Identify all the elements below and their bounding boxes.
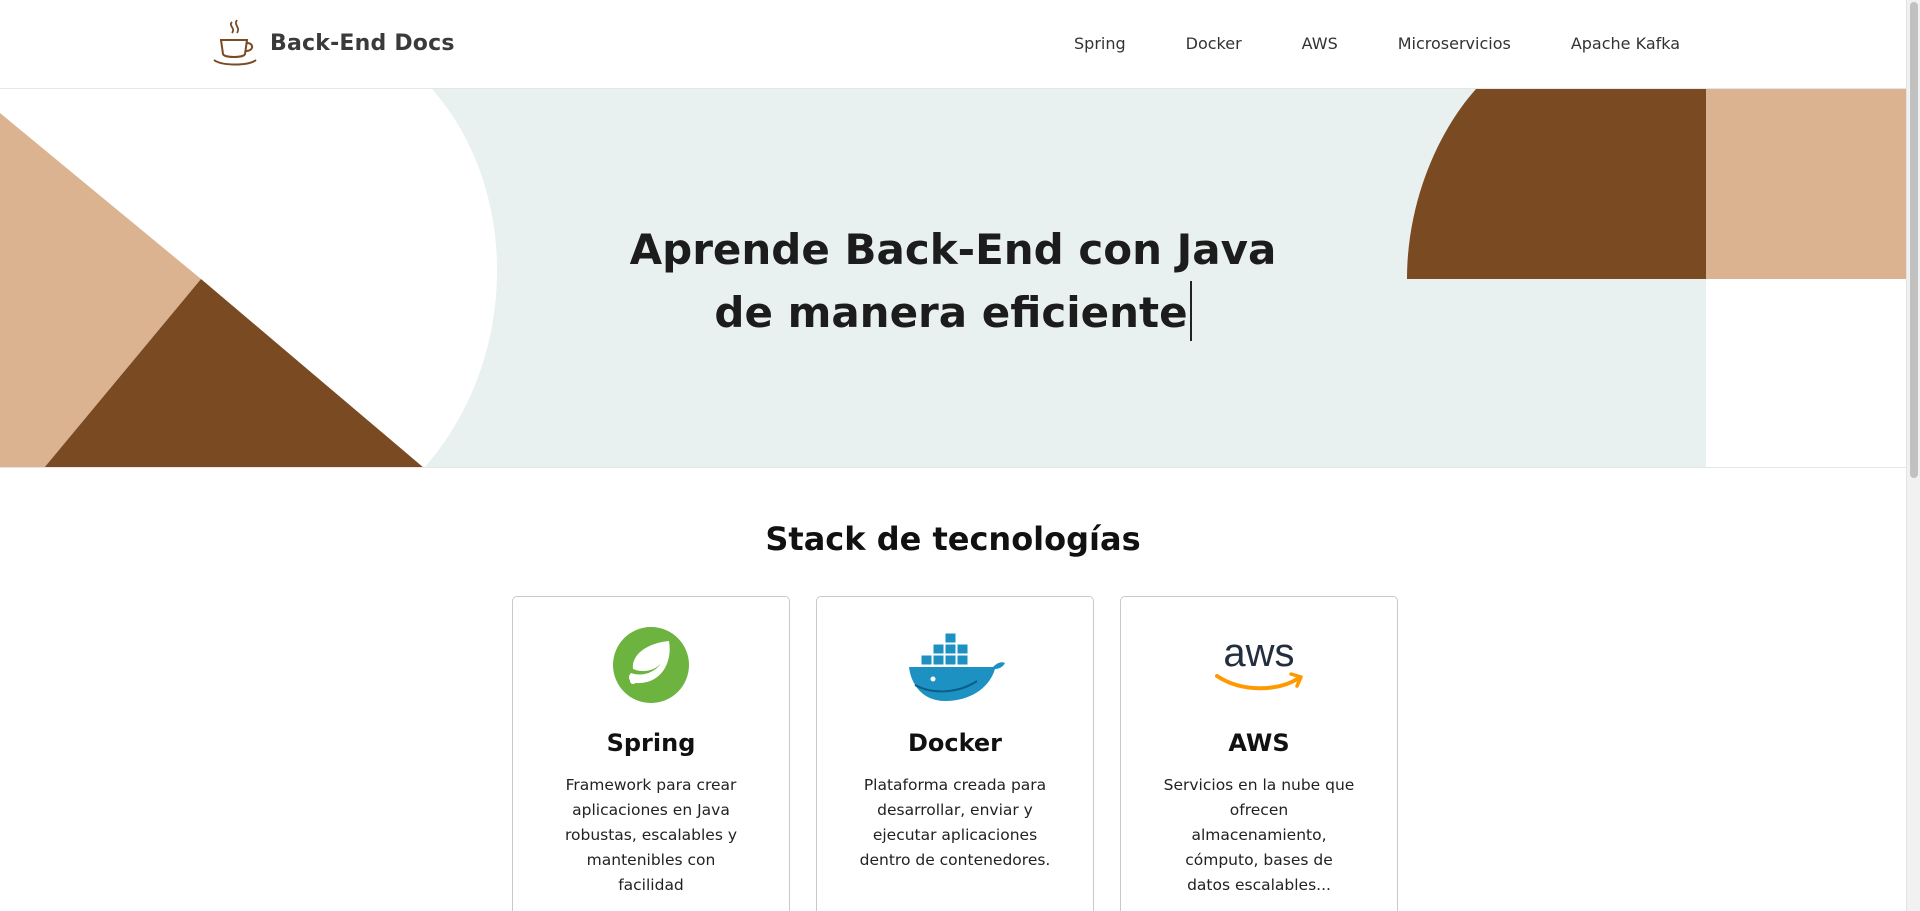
- nav-link-spring[interactable]: Spring: [1074, 34, 1126, 53]
- tech-cards: Spring Framework para crear aplicaciones…: [512, 596, 1398, 911]
- spring-logo-icon: [613, 627, 689, 703]
- nav-link-docker[interactable]: Docker: [1186, 34, 1242, 53]
- hero-banner: Aprende Back-End con Java de manera efic…: [0, 89, 1906, 468]
- svg-text:aws: aws: [1223, 631, 1294, 675]
- typing-cursor: [1189, 281, 1192, 341]
- scrollbar-thumb[interactable]: [1910, 2, 1918, 478]
- card-title: Spring: [606, 729, 696, 757]
- card-description: Framework para crear aplicaciones en Jav…: [564, 776, 738, 894]
- docker-logo-icon: [909, 632, 1005, 701]
- aws-logo-icon: aws: [1215, 631, 1303, 691]
- stack-section-title: Stack de tecnologías: [765, 520, 1141, 558]
- card-description: Plataforma creada para desarrollar, envi…: [859, 776, 1051, 869]
- tech-card-docker[interactable]: Docker Plataforma creada para desarrolla…: [816, 596, 1094, 911]
- card-title: Docker: [907, 729, 1003, 757]
- vertical-scrollbar[interactable]: [1906, 0, 1920, 911]
- brand[interactable]: Back-End Docs: [212, 18, 455, 68]
- nav-link-microservicios[interactable]: Microservicios: [1398, 34, 1511, 53]
- card-title: AWS: [1228, 729, 1290, 757]
- main-nav: Spring Docker AWS Microservicios Apache …: [1074, 34, 1680, 53]
- tech-card-aws[interactable]: aws AWS Servicios en la nube que ofrecen…: [1120, 596, 1398, 911]
- brand-name: Back-End Docs: [270, 30, 455, 56]
- site-header: Back-End Docs Spring Docker AWS Microser…: [0, 0, 1906, 89]
- card-description: Servicios en la nube que ofrecen almacen…: [1163, 776, 1355, 894]
- hero-title-line-2: de manera eficiente: [714, 288, 1188, 337]
- nav-link-apache-kafka[interactable]: Apache Kafka: [1571, 34, 1680, 53]
- coffee-cup-logo-icon: [213, 19, 257, 66]
- tech-card-spring[interactable]: Spring Framework para crear aplicaciones…: [512, 596, 790, 911]
- hero-title-line-1: Aprende Back-End con Java: [629, 225, 1277, 274]
- hero-title: Aprende Back-End con Java de manera efic…: [0, 219, 1906, 344]
- page: Back-End Docs Spring Docker AWS Microser…: [0, 0, 1906, 911]
- nav-link-aws[interactable]: AWS: [1302, 34, 1338, 53]
